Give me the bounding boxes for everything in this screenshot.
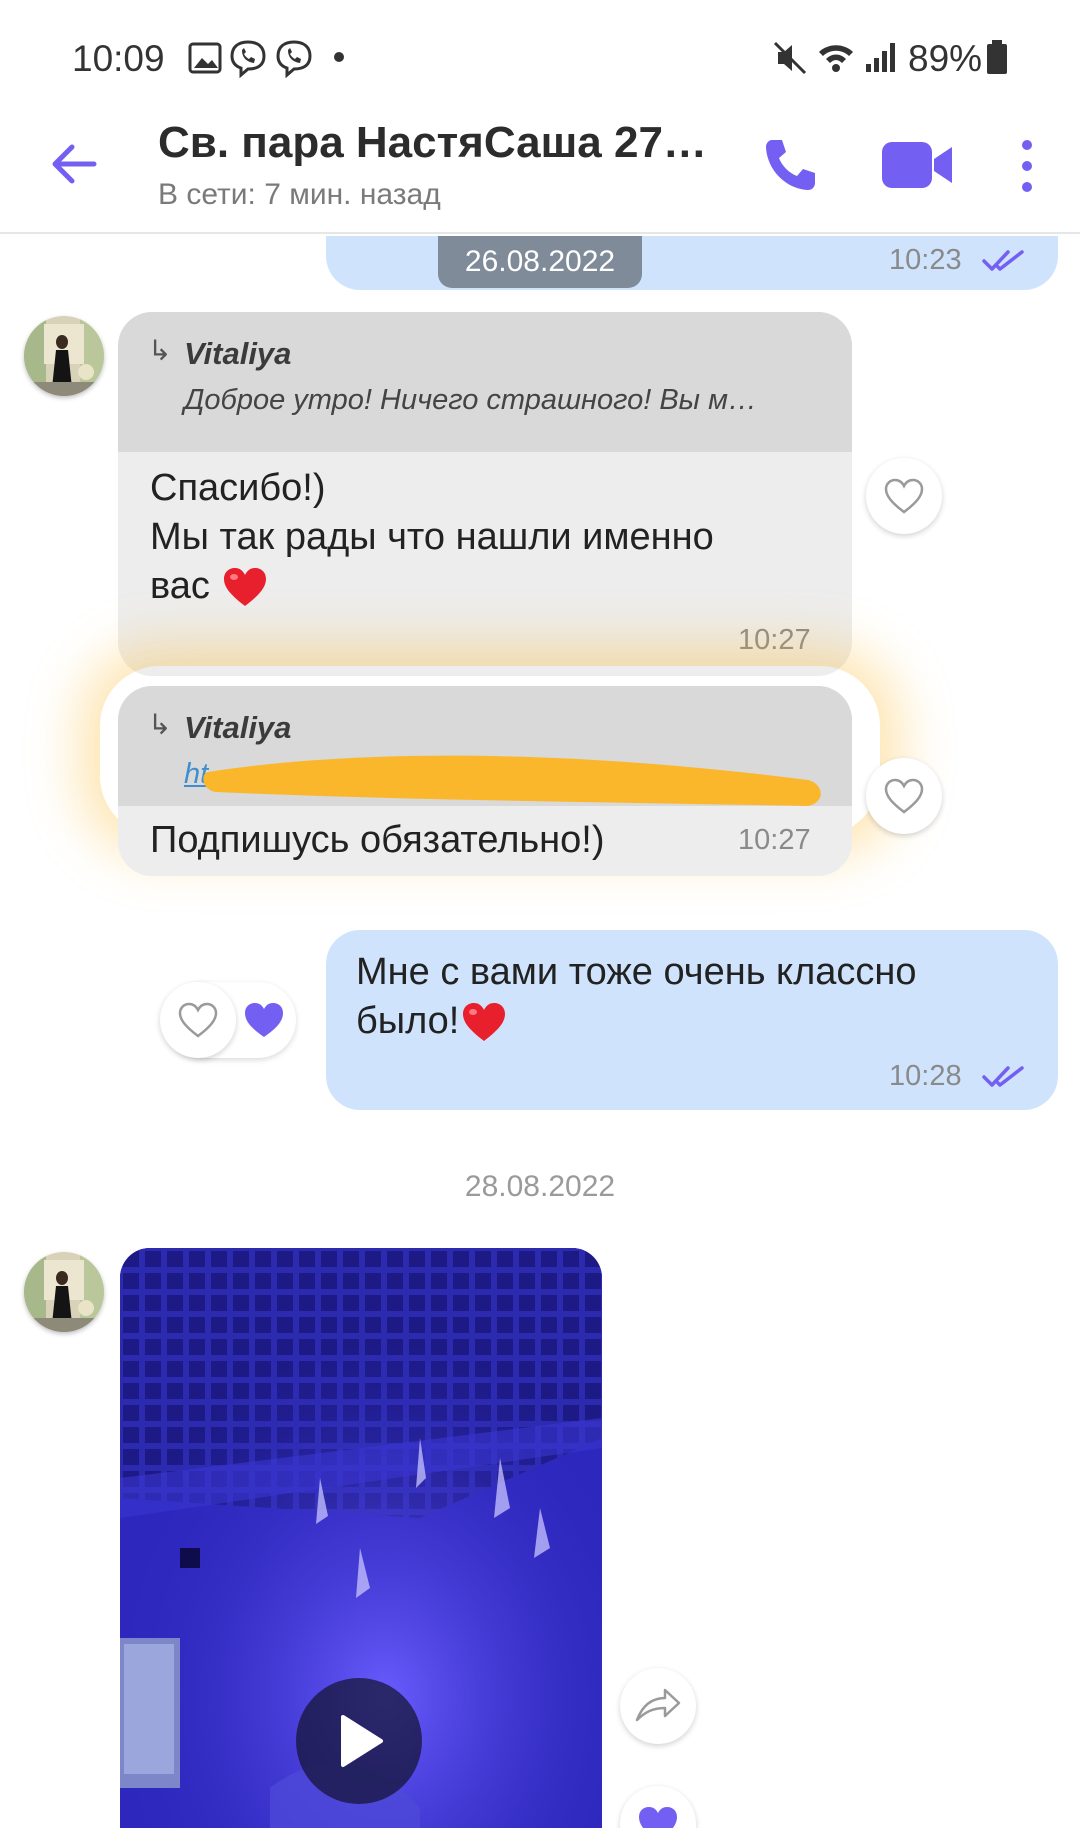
message-time: 10:23 [889, 244, 962, 276]
reply-arrow-icon: ↳ [148, 709, 172, 740]
phone-call-icon[interactable] [760, 134, 822, 196]
quote-text: Доброе утро! Ничего страшного! Вы м… [184, 384, 757, 416]
reply-arrow-icon: ↳ [148, 335, 172, 366]
video-call-icon[interactable] [880, 134, 954, 196]
message-time: 10:27 [738, 624, 811, 656]
more-options-icon[interactable] [1012, 136, 1042, 196]
gallery-notification-icon [188, 42, 222, 74]
message-text: Подпишусь обязательно!) [150, 819, 605, 861]
outgoing-message-bubble[interactable]: Мне с вами тоже очень классно было! 10:2… [326, 930, 1058, 1110]
like-button[interactable] [620, 1786, 696, 1828]
heart-outline-icon [178, 1002, 218, 1038]
read-receipt-icon [982, 1066, 1024, 1087]
mute-icon [773, 41, 807, 75]
signal-icon [866, 43, 895, 72]
sticky-date-chip: 26.08.2022 [438, 236, 642, 288]
like-button[interactable] [866, 458, 942, 534]
read-receipt-icon [982, 250, 1024, 271]
redaction-scribble [203, 755, 821, 806]
message-text-line: Спасибо!) [150, 467, 326, 509]
heart-outline-icon [884, 478, 924, 514]
quote-author-name: Vitaliya [184, 710, 292, 745]
wifi-icon [819, 45, 853, 72]
quoted-reply[interactable]: ↳ Vitaliya Доброе утро! Ничего страшного… [118, 312, 852, 452]
play-icon [341, 1715, 383, 1767]
message-text-line: вас [150, 565, 210, 607]
back-arrow-icon[interactable] [46, 136, 102, 192]
play-button[interactable] [296, 1678, 422, 1804]
incoming-message-bubble[interactable]: ↳ Vitaliya ht Подпишусь обязательно!) 10… [118, 686, 852, 876]
like-button[interactable] [866, 758, 942, 834]
heart-filled-icon [245, 1003, 283, 1037]
heart-outline-icon [884, 778, 924, 814]
message-text-line: Мне с вами тоже очень классно [356, 951, 917, 993]
quote-author: ↳ Vitaliya [148, 709, 822, 746]
message-text-line: Мы так рады что нашли именно [150, 516, 714, 558]
forward-button[interactable] [620, 1668, 696, 1744]
like-button[interactable] [160, 982, 236, 1058]
chat-title[interactable]: Св. пара НастяСаша 27… [158, 118, 718, 168]
more-notifications-dot [334, 52, 344, 62]
message-text-line: было! [356, 1000, 460, 1042]
viber-notification-icon-2 [276, 40, 312, 78]
red-heart-emoji-icon [463, 1002, 506, 1041]
contact-avatar[interactable] [24, 1252, 104, 1332]
outgoing-message-bubble[interactable]: 10:23 [326, 236, 1058, 290]
battery-percent: 89% [908, 38, 983, 79]
heart-filled-icon [639, 1807, 677, 1828]
message-time: 10:28 [889, 1060, 962, 1092]
status-time: 10:09 [72, 38, 165, 79]
chat-area[interactable]: 10:23 26.08.2022 ↳ Vitaliya Доброе утро!… [0, 236, 1080, 1828]
quote-author-name: Vitaliya [184, 336, 292, 371]
battery-icon [987, 40, 1007, 74]
quote-author: ↳ Vitaliya [148, 335, 822, 372]
video-message[interactable] [120, 1248, 602, 1828]
status-bar: 10:09 89% [0, 0, 1080, 112]
chat-last-seen: В сети: 7 мин. назад [158, 178, 441, 211]
date-separator: 28.08.2022 [464, 1170, 616, 1203]
viber-notification-icon [230, 40, 266, 78]
contact-avatar[interactable] [24, 316, 104, 396]
forward-arrow-icon [635, 1688, 681, 1722]
incoming-message-bubble[interactable]: ↳ Vitaliya Доброе утро! Ничего страшного… [118, 312, 852, 676]
message-time: 10:27 [738, 824, 811, 856]
red-heart-emoji-icon [223, 567, 266, 606]
chat-header: Св. пара НастяСаша 27… В сети: 7 мин. на… [0, 112, 1080, 234]
